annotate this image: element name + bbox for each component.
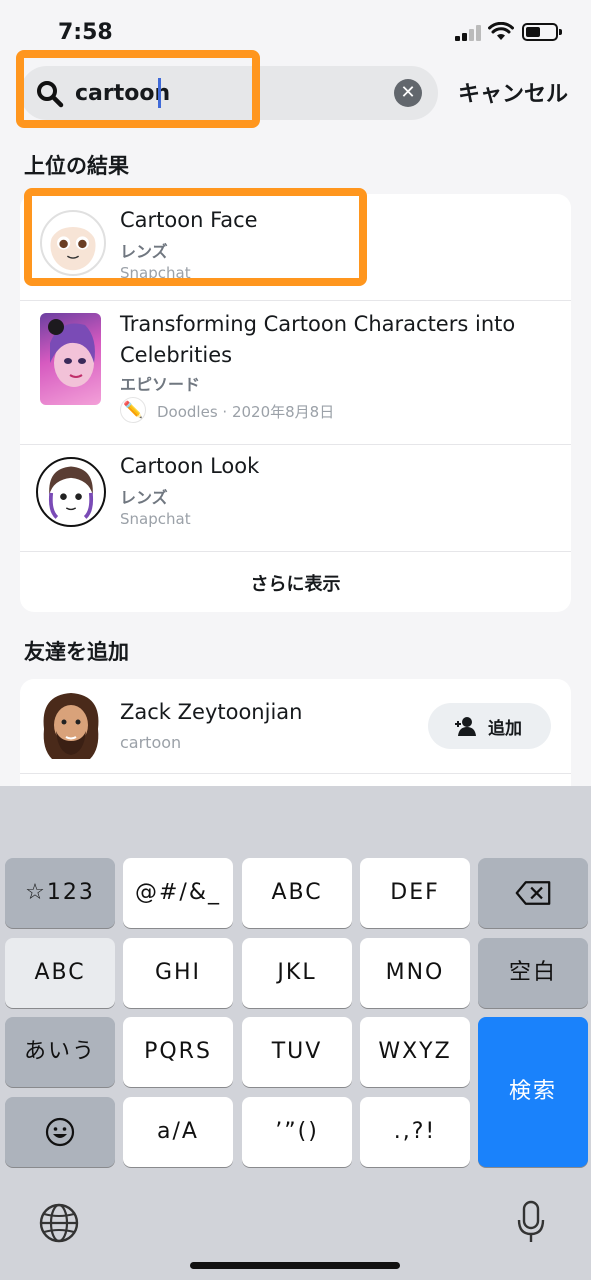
add-friend-icon [455, 717, 476, 736]
episode-thumbnail [40, 313, 101, 405]
cellular-signal-icon [455, 25, 483, 41]
result-title: Cartoon Look [120, 454, 260, 478]
add-friend-label: 追加 [488, 719, 522, 739]
highlight-box-top-result [24, 188, 367, 286]
key-def[interactable]: DEF [360, 858, 470, 928]
result-title-line2: Celebrities [120, 343, 233, 367]
key-delete[interactable] [478, 858, 588, 928]
section-title-top-results: 上位の結果 [24, 154, 129, 178]
key-space[interactable]: 空白 [478, 938, 588, 1008]
result-type: エピソード [120, 375, 201, 394]
divider [20, 773, 571, 774]
result-meta: Snapchat [120, 510, 191, 528]
key-numbers[interactable]: ☆123 [5, 858, 115, 928]
battery-icon [522, 23, 562, 41]
wifi-icon [488, 22, 514, 40]
keyboard: ☆123 @#/&_ ABC DEF ABC GHI JKL MNO 空白 あい… [0, 786, 591, 1280]
result-title-line1: Transforming Cartoon Characters into [120, 312, 516, 336]
key-case[interactable]: a/A [123, 1097, 233, 1167]
bitmoji-avatar [38, 689, 104, 761]
section-title-add-friends: 友達を追加 [24, 640, 129, 664]
add-friend-button[interactable]: 追加 [428, 703, 551, 749]
key-kana[interactable]: あいう [5, 1017, 115, 1087]
home-indicator [190, 1262, 400, 1269]
key-jkl[interactable]: JKL [242, 938, 352, 1008]
friend-name: Zack Zeytoonjian [120, 700, 303, 724]
microphone-icon[interactable] [516, 1200, 546, 1244]
key-pqrs[interactable]: PQRS [123, 1017, 233, 1087]
result-item[interactable]: Transforming Cartoon Characters into Cel… [20, 301, 571, 444]
lens-icon-cartoon-look [36, 457, 106, 527]
emoji-icon [45, 1117, 75, 1147]
result-type: レンズ [120, 488, 168, 507]
key-wxyz[interactable]: WXYZ [360, 1017, 470, 1087]
key-abc[interactable]: ABC [242, 858, 352, 928]
key-ghi[interactable]: GHI [123, 938, 233, 1008]
friend-item[interactable]: Zack Zeytoonjian cartoon 追加 [20, 679, 571, 773]
pencil-icon: ✏️ [120, 397, 146, 423]
globe-icon[interactable] [38, 1202, 80, 1244]
key-tuv[interactable]: TUV [242, 1017, 352, 1087]
result-item[interactable]: Cartoon Look レンズ Snapchat [20, 445, 571, 551]
divider [20, 551, 571, 552]
key-brackets[interactable]: ’”() [242, 1097, 352, 1167]
delete-icon [515, 881, 551, 905]
show-more-button[interactable]: さらに表示 [20, 570, 571, 596]
status-time: 7:58 [58, 20, 113, 45]
key-mno[interactable]: MNO [360, 938, 470, 1008]
key-abc-mode[interactable]: ABC [5, 938, 115, 1008]
key-symbols[interactable]: @#/&_ [123, 858, 233, 928]
clear-search-icon[interactable]: ✕ [394, 79, 422, 107]
friend-username: cartoon [120, 733, 182, 752]
add-friends-card: Zack Zeytoonjian cartoon 追加 [20, 679, 571, 799]
key-search[interactable]: 検索 [478, 1017, 588, 1167]
highlight-box-search [16, 50, 260, 128]
result-meta: Doodles · 2020年8月8日 [157, 403, 335, 421]
cancel-button[interactable]: キャンセル [458, 76, 568, 108]
key-punctuation[interactable]: .,?! [360, 1097, 470, 1167]
key-emoji[interactable] [5, 1097, 115, 1167]
